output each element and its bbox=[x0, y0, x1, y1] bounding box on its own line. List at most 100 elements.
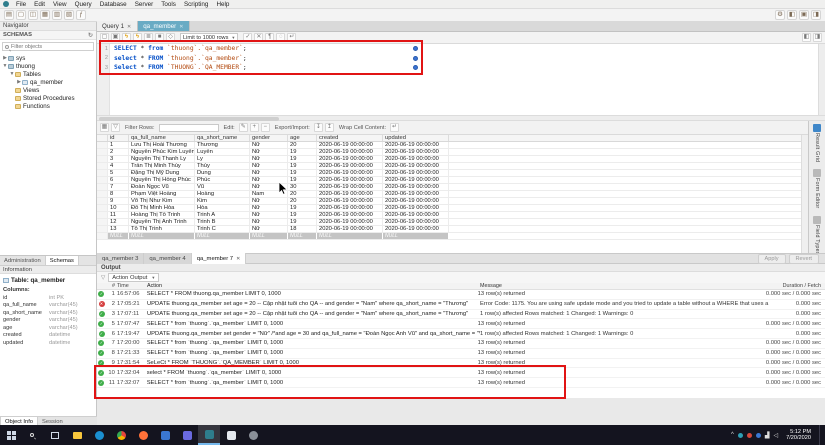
cell-qa-short-name[interactable]: Dung bbox=[195, 170, 250, 176]
menu-scripting[interactable]: Scripting bbox=[180, 0, 213, 9]
task-view-icon[interactable] bbox=[44, 425, 66, 445]
table-row[interactable]: 7 Đoàn Ngọc Vũ Vũ Nữ 30 2020-06-19 00:00… bbox=[97, 184, 808, 191]
tab-qa-member-3[interactable]: qa_member 3 bbox=[97, 253, 144, 264]
row-selector-cell[interactable] bbox=[97, 233, 108, 239]
settings-icon[interactable] bbox=[242, 425, 264, 445]
cell-qa-full-name[interactable]: Tô Thị Trinh bbox=[129, 226, 195, 232]
cell-qa-full-name[interactable]: Nguyễn Phúc Kim Luyến bbox=[129, 149, 195, 155]
table-row[interactable]: 10 Đỗ Thị Minh Hòa Hòa Nữ 19 2020-06-19 … bbox=[97, 205, 808, 212]
preferences-icon[interactable]: ⚙ bbox=[775, 10, 785, 20]
chrome-icon[interactable] bbox=[110, 425, 132, 445]
folder-functions[interactable]: Functions bbox=[0, 102, 96, 110]
commit-icon[interactable]: ✓ bbox=[243, 33, 252, 42]
cell-qa-short-name[interactable]: Hoàng bbox=[195, 191, 250, 197]
cell-age[interactable]: 19 bbox=[288, 177, 317, 183]
cell-gender[interactable]: Nữ bbox=[250, 226, 288, 232]
folder-tables[interactable]: ▼ Tables bbox=[0, 70, 96, 78]
cell-gender[interactable]: Nữ bbox=[250, 156, 288, 162]
create-schema-icon[interactable]: ◫ bbox=[28, 10, 38, 20]
cell-age[interactable]: 19 bbox=[288, 212, 317, 218]
close-tab-icon[interactable]: ✕ bbox=[179, 24, 183, 30]
cell-age[interactable]: 19 bbox=[288, 170, 317, 176]
tab-administration[interactable]: Administration bbox=[0, 256, 45, 265]
cell-created[interactable]: 2020-06-19 00:00:00 bbox=[317, 149, 383, 155]
execute-current-statement-icon[interactable]: ϟ bbox=[133, 33, 142, 42]
cell-id[interactable]: 8 bbox=[108, 191, 129, 197]
table-row[interactable]: 3 Nguyễn Thị Thanh Ly Ly Nữ 19 2020-06-1… bbox=[97, 156, 808, 163]
wrap-text-icon[interactable]: ↵ bbox=[287, 33, 296, 42]
cell-id[interactable]: 3 bbox=[108, 156, 129, 162]
folder-stored-procedures[interactable]: Stored Procedures bbox=[0, 94, 96, 102]
cell-updated[interactable]: 2020-06-19 00:00:00 bbox=[383, 156, 449, 162]
mysql-workbench-icon[interactable] bbox=[198, 425, 220, 445]
cell-updated[interactable]: 2020-06-19 00:00:00 bbox=[383, 226, 449, 232]
cell-id[interactable]: 7 bbox=[108, 184, 129, 190]
edge-icon[interactable] bbox=[88, 425, 110, 445]
firefox-icon[interactable] bbox=[132, 425, 154, 445]
output-row[interactable]: 8 17:21:33 SELECT * from `thuong`.`qa_me… bbox=[97, 349, 825, 359]
create-view-icon[interactable]: ▥ bbox=[52, 10, 62, 20]
table-row[interactable]: 2 Nguyễn Phúc Kim Luyến Luyến Nữ 19 2020… bbox=[97, 149, 808, 156]
cell-id[interactable]: NULL bbox=[108, 233, 129, 239]
row-selector-cell[interactable] bbox=[97, 149, 108, 155]
column-header-qa-short-name[interactable]: qa_short_name bbox=[195, 135, 250, 141]
tab-session[interactable]: Session bbox=[38, 417, 67, 425]
cell-gender[interactable]: Nữ bbox=[250, 198, 288, 204]
tab-qa-member-4[interactable]: qa_member 4 bbox=[144, 253, 191, 264]
notepad-icon[interactable] bbox=[220, 425, 242, 445]
cell-qa-full-name[interactable]: Hoàng Thị Tố Trinh bbox=[129, 212, 195, 218]
cell-age[interactable]: 19 bbox=[288, 149, 317, 155]
cell-gender[interactable]: Nữ bbox=[250, 212, 288, 218]
menu-server[interactable]: Server bbox=[131, 0, 158, 9]
sql-line[interactable]: 3 Select * FROM `THUONG`.`QA_MEMBER`; bbox=[97, 63, 818, 73]
row-limit-dropdown[interactable]: Limit to 1000 rows ▼ bbox=[180, 33, 238, 42]
table-row[interactable]: NULL NULL NULL NULL NULL NULL NULL bbox=[97, 233, 808, 240]
output-row[interactable]: 11 17:32:07 SELECT * from `thuong`.`qa_m… bbox=[97, 378, 825, 388]
menu-database[interactable]: Database bbox=[96, 0, 131, 9]
delete-record-icon[interactable]: − bbox=[261, 123, 270, 132]
save-sql-icon[interactable]: ▣ bbox=[111, 33, 120, 42]
export-records-icon[interactable]: ↧ bbox=[314, 123, 323, 132]
output-view-dropdown[interactable]: Action Output ▼ bbox=[108, 273, 159, 282]
cell-updated[interactable]: 2020-06-19 00:00:00 bbox=[383, 170, 449, 176]
cell-created[interactable]: 2020-06-19 00:00:00 bbox=[317, 219, 383, 225]
cell-qa-short-name[interactable]: Hòa bbox=[195, 205, 250, 211]
cell-qa-full-name[interactable]: Nguyễn Thị Hồng Phúc bbox=[129, 177, 195, 183]
cell-age[interactable]: 20 bbox=[288, 198, 317, 204]
execute-query-icon[interactable]: ϟ bbox=[122, 33, 131, 42]
row-selector-cell[interactable] bbox=[97, 177, 108, 183]
cell-age[interactable]: 18 bbox=[288, 226, 317, 232]
wrap-cell-content-icon[interactable]: ↵ bbox=[390, 123, 399, 132]
menu-view[interactable]: View bbox=[49, 0, 71, 9]
close-tab-icon[interactable]: ✕ bbox=[236, 256, 240, 262]
table-row[interactable]: 12 Nguyễn Thị Anh Trinh Trinh B Nữ 19 20… bbox=[97, 219, 808, 226]
output-row[interactable]: 7 17:20:00 SELECT * from `thuong`.`qa_me… bbox=[97, 339, 825, 349]
output-row[interactable]: 5 17:07:47 SELECT * from `thuong`.`qa_me… bbox=[97, 319, 825, 329]
cell-qa-short-name[interactable]: Trinh C bbox=[195, 226, 250, 232]
cell-created[interactable]: 2020-06-19 00:00:00 bbox=[317, 205, 383, 211]
table-row[interactable]: 8 Phạm Việt Hoàng Hoàng Nam 20 2020-06-1… bbox=[97, 191, 808, 198]
cell-qa-full-name[interactable]: Đỗ Thị Minh Hòa bbox=[129, 205, 195, 211]
column-header-id[interactable]: id bbox=[108, 135, 129, 141]
cell-gender[interactable]: Nữ bbox=[250, 170, 288, 176]
network-icon[interactable]: ▟ bbox=[765, 432, 770, 439]
cell-gender[interactable]: Nữ bbox=[250, 219, 288, 225]
cell-id[interactable]: 1 bbox=[108, 142, 129, 148]
file-explorer-icon[interactable] bbox=[66, 425, 88, 445]
insert-record-icon[interactable]: + bbox=[250, 123, 259, 132]
column-header-gender[interactable]: gender bbox=[250, 135, 288, 141]
stop-query-icon[interactable]: ■ bbox=[155, 33, 164, 42]
table-row[interactable]: 13 Tô Thị Trinh Trinh C Nữ 18 2020-06-19… bbox=[97, 226, 808, 233]
cell-age[interactable]: 19 bbox=[288, 205, 317, 211]
cell-id[interactable]: 10 bbox=[108, 205, 129, 211]
menu-file[interactable]: File bbox=[12, 0, 30, 9]
cell-id[interactable]: 9 bbox=[108, 198, 129, 204]
schema-filter-input[interactable] bbox=[11, 44, 81, 50]
create-table-icon[interactable]: ▦ bbox=[40, 10, 50, 20]
schema-sys[interactable]: ▶ sys bbox=[0, 54, 96, 62]
output-row[interactable]: 2 17:05:21 UPDATE thuong.qa_member set a… bbox=[97, 300, 825, 310]
cell-updated[interactable]: 2020-06-19 00:00:00 bbox=[383, 177, 449, 183]
cell-id[interactable]: 5 bbox=[108, 170, 129, 176]
cell-updated[interactable]: 2020-06-19 00:00:00 bbox=[383, 149, 449, 155]
cell-updated[interactable]: 2020-06-19 00:00:00 bbox=[383, 219, 449, 225]
